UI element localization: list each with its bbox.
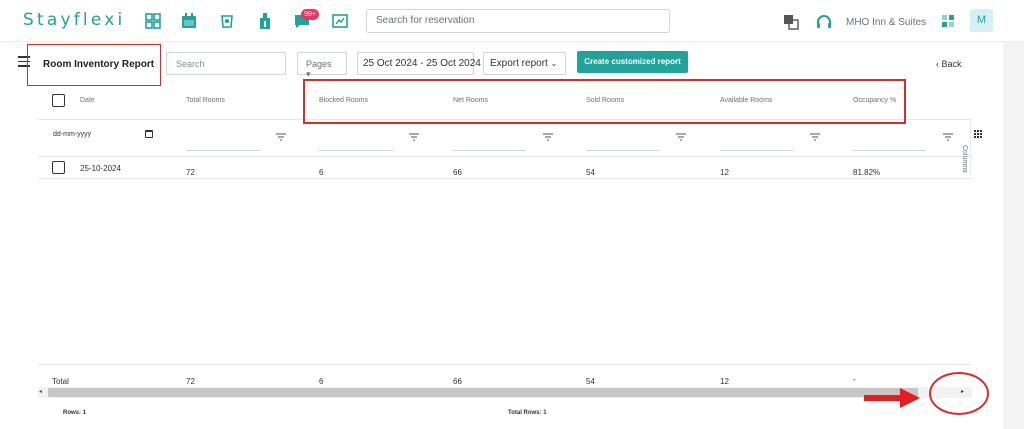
column-header-date[interactable]: Date — [80, 97, 95, 104]
sold-rooms-filter-input[interactable] — [586, 150, 659, 151]
create-customized-report-button[interactable]: Create customized report — [577, 51, 688, 73]
notification-badge: 99+ — [301, 9, 319, 20]
back-button[interactable]: ‹ Back — [936, 59, 962, 69]
filter-icon[interactable] — [543, 133, 553, 141]
app-logo[interactable]: Stayflexi — [23, 10, 125, 30]
apps-grid-icon[interactable] — [941, 14, 955, 28]
columns-panel-divider — [970, 120, 971, 175]
chevron-down-icon: ⌄ — [550, 59, 558, 68]
highlight-circle — [929, 372, 989, 415]
page-scroll-area — [1003, 42, 1024, 429]
chevron-left-icon: ‹ — [936, 59, 939, 69]
columns-panel-toggle[interactable]: Columns — [961, 145, 968, 173]
select-all-checkbox[interactable] — [52, 94, 65, 107]
dashboard-icon[interactable] — [144, 12, 162, 30]
housekeeping-icon[interactable] — [218, 12, 236, 30]
available-rooms-filter-input[interactable] — [720, 150, 793, 151]
row-checkbox[interactable] — [52, 161, 65, 174]
user-avatar[interactable]: M — [970, 9, 993, 32]
date-range-picker[interactable]: 25 Oct 2024 - 25 Oct 2024 — [357, 52, 481, 75]
total-rooms-filter-input[interactable] — [186, 150, 260, 151]
report-search-input[interactable]: Search — [166, 52, 286, 75]
back-label: Back — [941, 59, 962, 69]
total-sold-rooms: 54 — [586, 377, 595, 386]
calendar-icon[interactable] — [145, 130, 153, 138]
pages-dropdown[interactable]: Pages ▾ — [297, 52, 347, 79]
scroll-left-arrow-icon[interactable]: ◂ — [39, 388, 42, 395]
occupancy-filter-input[interactable] — [853, 150, 926, 151]
page: Stayflexi 99+ Search for reservation MHO… — [0, 0, 1024, 429]
scrollbar-thumb[interactable] — [48, 388, 918, 397]
top-bar: Stayflexi 99+ Search for reservation MHO… — [0, 0, 1024, 42]
pos-icon[interactable] — [256, 12, 274, 30]
column-header-total-rooms[interactable]: Total Rooms — [186, 97, 225, 104]
total-occupancy: - — [853, 375, 856, 384]
rows-count: Rows: 1 — [63, 410, 87, 416]
cell-blocked-rooms: 6 — [319, 168, 324, 177]
translate-icon[interactable] — [782, 13, 800, 31]
pages-label: Pages — [306, 59, 332, 69]
cell-available-rooms: 12 — [720, 168, 729, 177]
cell-date: 25-10-2024 — [80, 164, 121, 173]
total-label: Total — [52, 377, 69, 386]
cell-occupancy: 81.82% — [853, 168, 881, 177]
calendar-icon[interactable] — [180, 12, 198, 30]
total-total-rooms: 72 — [186, 377, 195, 386]
filter-icon[interactable] — [943, 133, 953, 141]
net-rooms-filter-input[interactable] — [453, 150, 526, 151]
filter-divider — [38, 156, 972, 157]
filter-icon[interactable] — [810, 133, 820, 141]
report-title: Room Inventory Report — [27, 44, 161, 86]
export-label: Export report — [490, 58, 548, 69]
reservation-search-input[interactable]: Search for reservation — [366, 9, 670, 33]
cell-total-rooms: 72 — [186, 168, 195, 177]
total-blocked-rooms: 6 — [319, 377, 324, 386]
date-filter-input[interactable]: dd-mm-yyyy — [53, 131, 91, 138]
filter-icon[interactable] — [276, 133, 286, 141]
highlight-box — [303, 79, 906, 124]
filter-icon[interactable] — [409, 133, 419, 141]
export-report-dropdown[interactable]: Export report ⌄ — [483, 52, 566, 75]
total-available-rooms: 12 — [720, 377, 729, 386]
filter-icon[interactable] — [676, 133, 686, 141]
cell-net-rooms: 66 — [453, 168, 462, 177]
columns-grid-icon[interactable] — [974, 130, 983, 139]
reports-icon[interactable] — [331, 12, 349, 30]
chevron-down-icon: ▾ — [306, 69, 311, 79]
red-arrow-icon — [864, 388, 920, 408]
total-net-rooms: 66 — [453, 377, 462, 386]
blocked-rooms-filter-input[interactable] — [319, 150, 393, 151]
row-divider — [38, 178, 972, 179]
hotel-name[interactable]: MHO Inn & Suites — [846, 17, 926, 28]
support-headset-icon[interactable] — [815, 13, 833, 31]
total-rows-count: Total Rows: 1 — [508, 410, 547, 416]
cell-sold-rooms: 54 — [586, 168, 595, 177]
total-row-divider — [38, 364, 972, 365]
